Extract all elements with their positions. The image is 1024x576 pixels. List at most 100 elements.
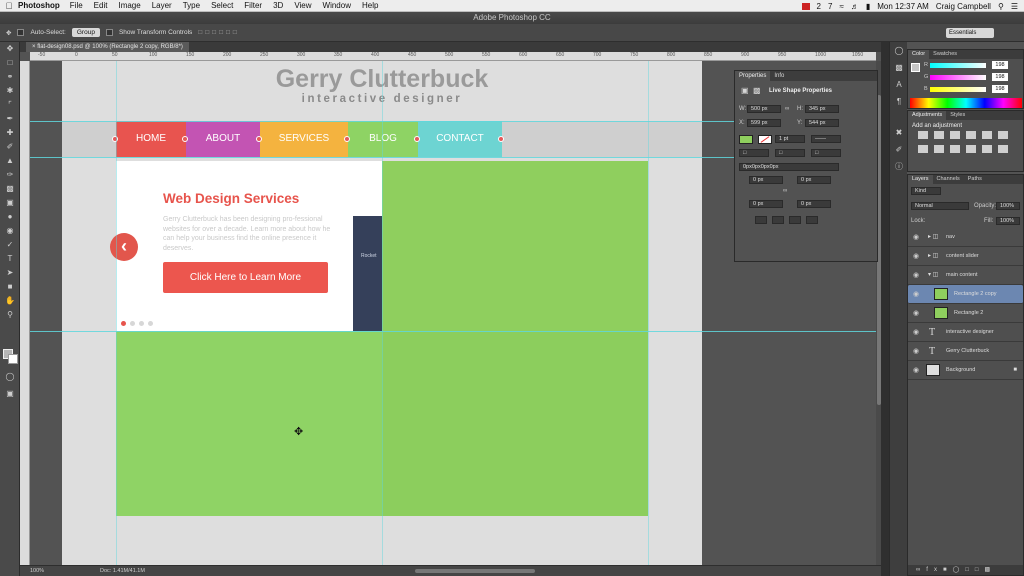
radius-bottom-left[interactable]: 0 px	[749, 200, 783, 208]
dodge-tool-icon[interactable]: ◉	[0, 224, 20, 238]
tab-channels[interactable]: Channels	[933, 175, 964, 184]
info-panel-icon[interactable]: ⓘ	[890, 158, 908, 175]
move-tool-icon[interactable]: ✥	[6, 29, 11, 37]
width-field[interactable]: 500 px	[747, 105, 781, 113]
menu-edit[interactable]: Edit	[94, 1, 108, 10]
zoom-level[interactable]: 100%	[30, 568, 44, 574]
wifi-icon[interactable]: ≈	[839, 2, 843, 11]
menu-3d[interactable]: 3D	[273, 1, 283, 10]
nav-services[interactable]: SERVICES	[260, 121, 348, 157]
healing-tool-icon[interactable]: ✚	[0, 126, 20, 140]
visibility-eye-icon[interactable]: ◉	[913, 247, 919, 266]
menu-filter[interactable]: Filter	[244, 1, 262, 10]
auto-select-checkbox[interactable]	[17, 29, 25, 36]
path-anchor-point[interactable]	[498, 136, 504, 142]
height-field[interactable]: 345 px	[805, 105, 839, 113]
folder-open-icon[interactable]: ▾ ◫	[928, 266, 938, 285]
radius-top-right[interactable]: 0 px	[797, 176, 831, 184]
visibility-eye-icon[interactable]: ◉	[913, 323, 919, 342]
slider-dot[interactable]	[139, 321, 144, 326]
stroke-corners-dropdown[interactable]: □	[811, 149, 841, 157]
nav-about[interactable]: ABOUT	[186, 121, 260, 157]
path-anchor-point[interactable]	[414, 136, 420, 142]
r-slider[interactable]	[930, 63, 986, 68]
history-panel-icon[interactable]: ◯	[890, 42, 908, 59]
eyedropper-tool-icon[interactable]: ✒	[0, 112, 20, 126]
y-field[interactable]: 544 px	[805, 119, 839, 127]
rectangle-2-shape[interactable]	[382, 161, 648, 331]
curves-icon[interactable]	[950, 131, 960, 139]
guide-vertical[interactable]	[116, 61, 117, 565]
eraser-tool-icon[interactable]: ▩	[0, 182, 20, 196]
slider-dot[interactable]	[130, 321, 135, 326]
folder-icon[interactable]: ▸ ◫	[928, 228, 938, 247]
rectangle-2-copy-shape-right[interactable]	[382, 331, 648, 516]
layer-filter-kind[interactable]: Kind	[911, 187, 941, 195]
menu-window[interactable]: Window	[323, 1, 351, 10]
stroke-type-dropdown[interactable]: ——	[811, 135, 841, 143]
layer-content-slider[interactable]: ◉ ▸ ◫ content slider	[908, 247, 1023, 266]
workspace-dropdown[interactable]: Essentials	[946, 28, 994, 38]
character-panel-icon[interactable]: A	[890, 76, 908, 93]
layer-nav[interactable]: ◉ ▸ ◫ nav	[908, 228, 1023, 247]
b-slider[interactable]	[930, 87, 986, 92]
screen-mode-icon[interactable]: ▣	[0, 387, 20, 401]
opacity-field[interactable]: 100%	[996, 202, 1020, 210]
user-name[interactable]: Craig Campbell	[936, 2, 991, 11]
path-anchor-point[interactable]	[256, 136, 262, 142]
b-value[interactable]: 198	[992, 85, 1008, 93]
document-size-info[interactable]: Doc: 1.41M/41.1M	[100, 566, 145, 576]
brush-tool-icon[interactable]: ✐	[0, 140, 20, 154]
show-transform-checkbox[interactable]	[105, 29, 113, 36]
properties-panel-icon[interactable]: ▩	[890, 59, 908, 76]
menu-view[interactable]: View	[294, 1, 311, 10]
menu-help[interactable]: Help	[362, 1, 378, 10]
pen-tool-icon[interactable]: ✓	[0, 238, 20, 252]
spotlight-icon[interactable]: ⚲	[998, 2, 1004, 11]
corner-radius-summary[interactable]: 0px0px0px0px	[739, 163, 839, 171]
brightness-icon[interactable]	[918, 131, 928, 139]
shape-tool-icon[interactable]: ■	[0, 280, 20, 294]
stamp-tool-icon[interactable]: ▲	[0, 154, 20, 168]
app-menu[interactable]: Photoshop	[18, 1, 60, 10]
path-select-tool-icon[interactable]: ➤	[0, 266, 20, 280]
learn-more-button[interactable]: Click Here to Learn More	[163, 262, 328, 293]
tab-adjustments[interactable]: Adjustments	[908, 111, 947, 120]
quick-select-tool-icon[interactable]: ✱	[0, 84, 20, 98]
clock[interactable]: Mon 12:37 AM	[877, 2, 929, 11]
marquee-tool-icon[interactable]: □	[0, 56, 20, 70]
tab-color[interactable]: Color	[908, 50, 930, 59]
paragraph-panel-icon[interactable]: ¶	[890, 93, 908, 110]
path-op-combine-icon[interactable]	[755, 216, 767, 224]
layer-interactive-designer[interactable]: ◉ T interactive designer	[908, 323, 1023, 342]
color-spectrum[interactable]	[910, 98, 1022, 108]
hue-icon[interactable]	[918, 145, 928, 153]
tab-properties[interactable]: Properties	[735, 71, 771, 81]
notification-badge-1[interactable]: 2	[817, 2, 821, 11]
stroke-caps-dropdown[interactable]: □	[775, 149, 805, 157]
path-op-exclude-icon[interactable]	[806, 216, 818, 224]
blur-tool-icon[interactable]: ●	[0, 210, 20, 224]
slider-dot-active[interactable]	[121, 321, 126, 326]
menu-select[interactable]: Select	[211, 1, 233, 10]
layer-rectangle-2-copy[interactable]: ◉ Rectangle 2 copy	[908, 285, 1023, 304]
menu-type[interactable]: Type	[183, 1, 200, 10]
menu-layer[interactable]: Layer	[152, 1, 172, 10]
nav-contact[interactable]: CONTACT	[418, 121, 502, 157]
move-tool-icon[interactable]: ✥	[0, 42, 20, 56]
color-fg-swatch[interactable]	[911, 63, 920, 72]
color-balance-icon[interactable]	[934, 145, 944, 153]
slider-prev-arrow-icon[interactable]: ‹	[110, 233, 138, 261]
tab-layers[interactable]: Layers	[908, 175, 933, 184]
vertical-ruler[interactable]	[20, 61, 30, 565]
layer-rectangle-2[interactable]: ◉ Rectangle 2	[908, 304, 1023, 323]
layer-background[interactable]: ◉ Background ■	[908, 361, 1023, 380]
volume-icon[interactable]: ♬	[851, 2, 859, 11]
crop-tool-icon[interactable]: ⌜	[0, 98, 20, 112]
x-field[interactable]: 599 px	[747, 119, 781, 127]
quick-mask-icon[interactable]: ◯	[0, 370, 20, 384]
menu-file[interactable]: File	[70, 1, 83, 10]
channel-mixer-icon[interactable]	[982, 145, 992, 153]
mask-properties-icon[interactable]: ▩	[753, 86, 761, 95]
g-slider[interactable]	[930, 75, 986, 80]
